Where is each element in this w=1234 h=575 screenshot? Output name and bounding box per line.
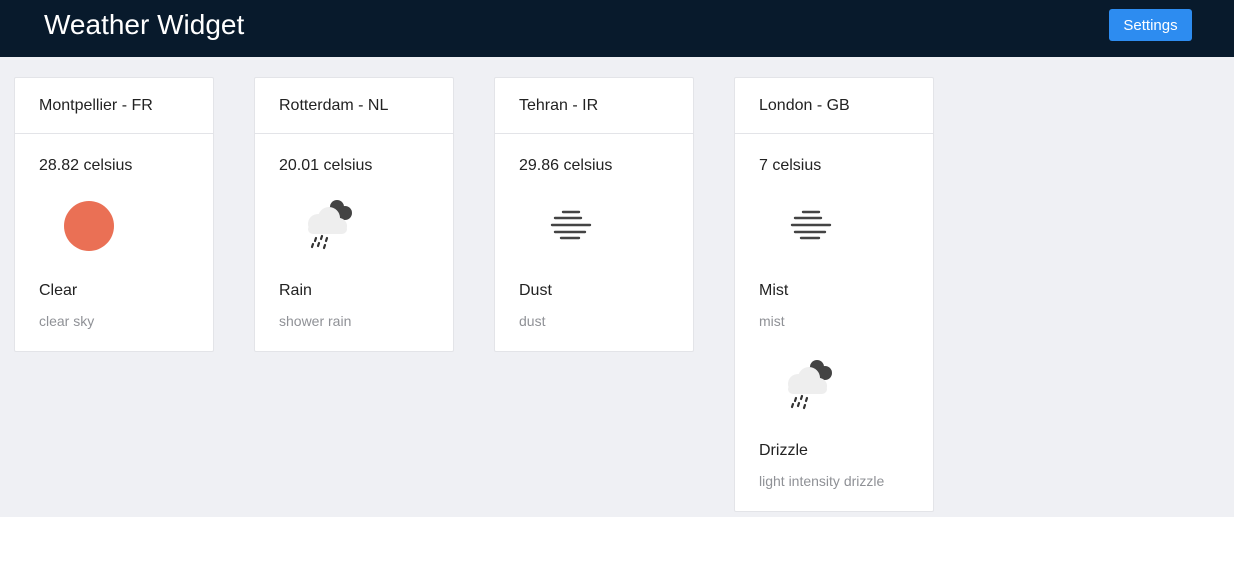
city-card: London - GB 7 celsius Mist mist Drizzle … bbox=[734, 77, 934, 512]
temperature: 29.86 celsius bbox=[519, 157, 613, 174]
weather-cards-area: Montpellier - FR 28.82 celsius Clear cle… bbox=[0, 57, 1234, 517]
city-name: Montpellier - FR bbox=[15, 78, 213, 134]
haze-icon bbox=[550, 210, 592, 240]
rain-cloud-icon bbox=[308, 200, 352, 250]
weather-description: clear sky bbox=[39, 313, 95, 329]
weather-description: shower rain bbox=[279, 313, 352, 329]
app-title: Weather Widget bbox=[44, 9, 245, 40]
city-name: Tehran - IR bbox=[495, 78, 693, 134]
temperature: 28.82 celsius bbox=[39, 157, 133, 174]
haze-icon bbox=[790, 210, 832, 240]
weather-description: light intensity drizzle bbox=[759, 473, 885, 489]
temperature: 20.01 celsius bbox=[279, 157, 373, 174]
city-name: London - GB bbox=[735, 78, 933, 134]
sun-icon bbox=[64, 201, 114, 251]
weather-main: Rain bbox=[279, 282, 312, 299]
city-card: Montpellier - FR 28.82 celsius Clear cle… bbox=[14, 77, 214, 352]
city-card: Tehran - IR 29.86 celsius Dust dust bbox=[494, 77, 694, 352]
rain-cloud-icon bbox=[788, 360, 832, 410]
weather-main: Drizzle bbox=[759, 442, 808, 459]
city-card: Rotterdam - NL 20.01 celsius Rain shower… bbox=[254, 77, 454, 352]
weather-main: Mist bbox=[759, 282, 789, 299]
temperature: 7 celsius bbox=[759, 157, 822, 174]
app-header: Weather Widget Settings bbox=[0, 0, 1234, 57]
city-name: Rotterdam - NL bbox=[255, 78, 453, 134]
settings-button[interactable]: Settings bbox=[1109, 9, 1192, 41]
weather-description: dust bbox=[519, 313, 546, 329]
weather-main: Clear bbox=[39, 282, 78, 299]
weather-main: Dust bbox=[519, 282, 552, 299]
weather-description: mist bbox=[759, 313, 785, 329]
